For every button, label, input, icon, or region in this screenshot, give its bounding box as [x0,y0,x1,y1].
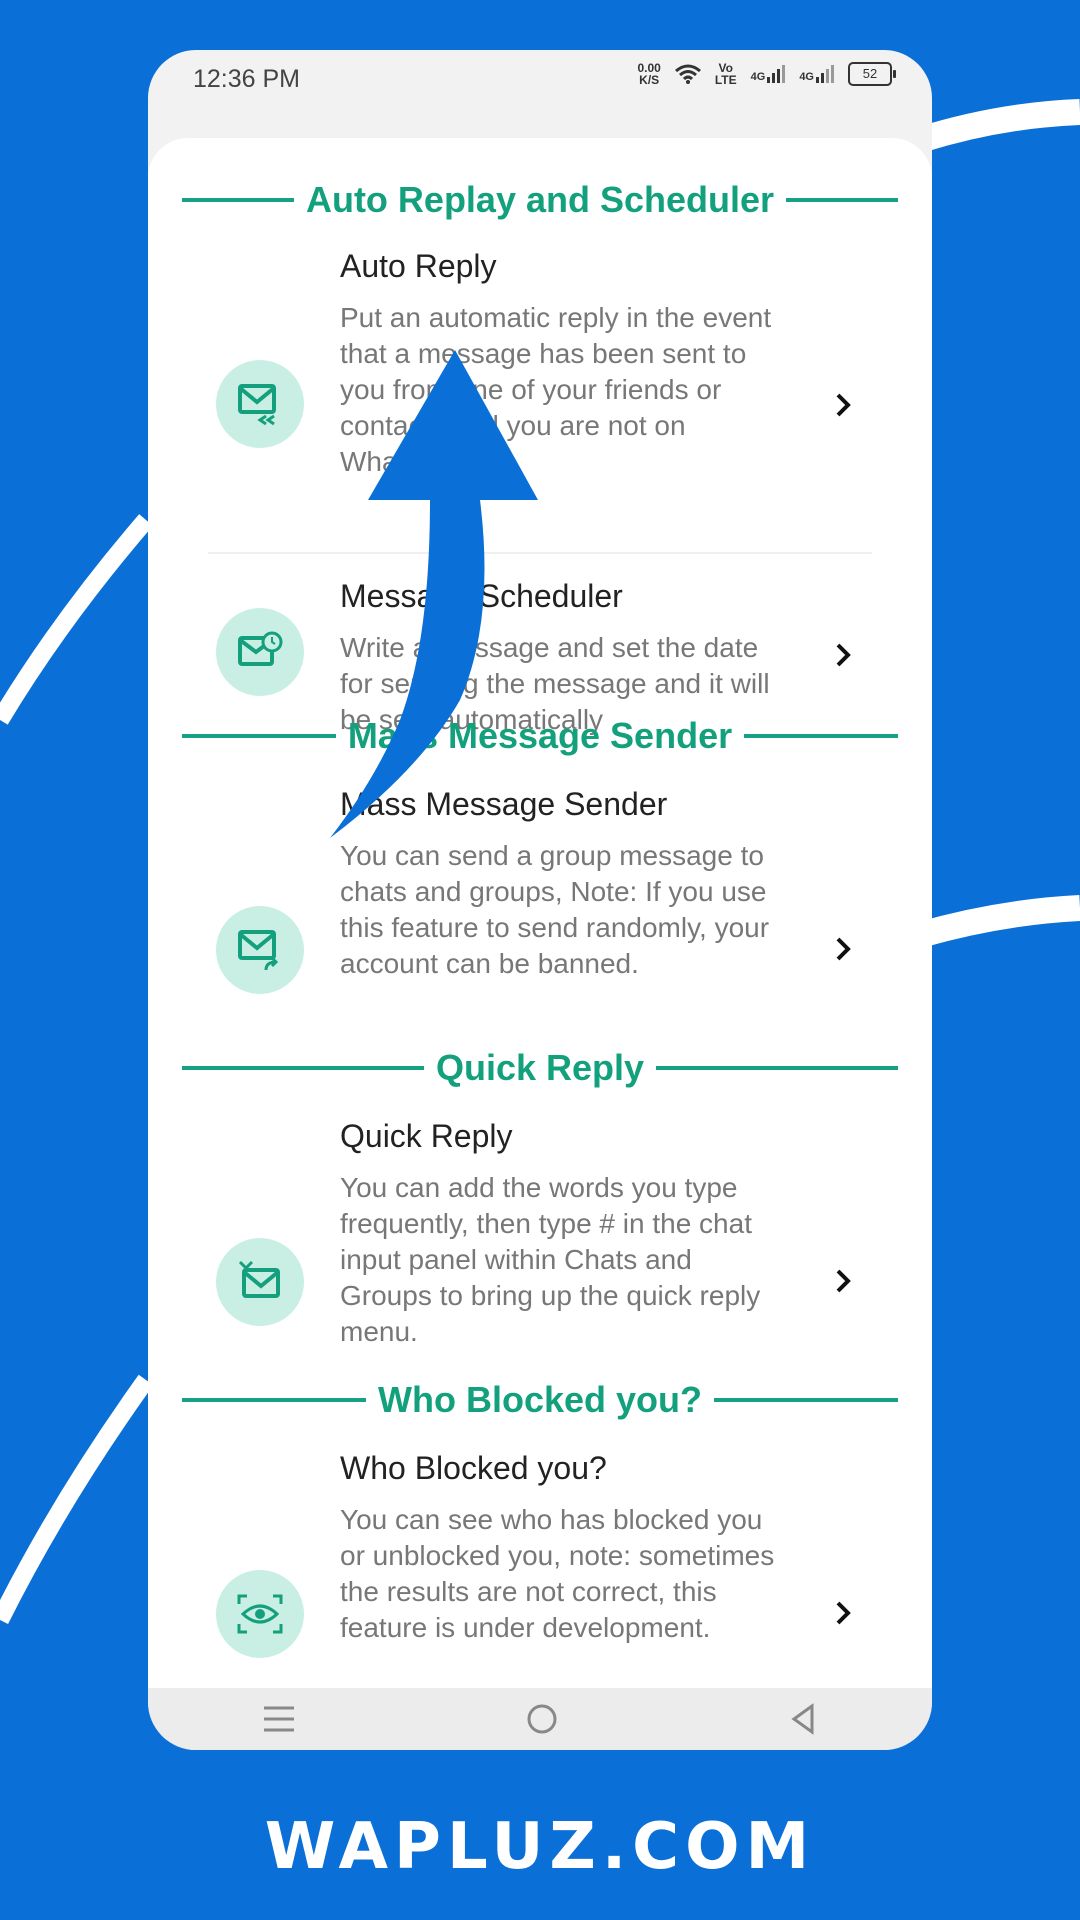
mass-message-sender-item[interactable]: Mass Message Sender You can send a group… [148,786,932,1016]
chevron-right-icon [836,937,851,961]
chevron-right-icon [836,393,851,417]
status-time: 12:36 PM [193,65,301,93]
item-title: Auto Reply [340,248,497,284]
mail-quick-icon [216,1238,304,1326]
status-icons: 0.00 K/S Vo LTE 4G 4G 52 [637,61,896,87]
back-nav-icon[interactable] [788,1702,818,1736]
chevron-right-icon [836,643,851,667]
chevron-right-icon [836,1269,851,1293]
mail-clock-icon [216,608,304,696]
item-title: Message Scheduler [340,578,623,614]
volte-label: Vo LTE [714,61,737,87]
item-description: You can see who has blocked you or unblo… [340,1504,775,1643]
quick-reply-item[interactable]: Quick Reply You can add the words you ty… [148,1118,932,1348]
signal-1: 4G [751,65,786,83]
section-header-mass-message: Mass Message Sender [182,715,898,756]
item-description: Put an automatic reply in the event that… [340,302,772,477]
item-title: Who Blocked you? [340,1450,607,1486]
phone-screen: 12:36 PM 0.00 K/S Vo LTE 4G 4G 52 Auto R… [148,50,932,1750]
auto-reply-item[interactable]: Auto Reply Put an automatic reply in the… [148,248,932,477]
eye-scan-icon [216,1570,304,1658]
signal-bars-icon [816,65,834,83]
item-title: Mass Message Sender [340,786,668,822]
item-title: Quick Reply [340,1118,513,1154]
network-speed: 0.00 K/S [637,61,661,87]
signal-bars-icon [767,65,786,83]
wifi-icon [674,64,701,84]
who-blocked-item[interactable]: Who Blocked you? You can see who has blo… [148,1450,932,1680]
mail-forward-icon [216,906,304,994]
home-nav-icon[interactable] [525,1702,559,1736]
mail-reply-icon [216,360,304,448]
settings-card: Auto Replay and Scheduler Auto Reply Put… [148,138,932,1698]
chevron-right-icon [836,1601,851,1625]
section-header-auto-reply: Auto Replay and Scheduler [182,179,898,220]
menu-nav-icon[interactable] [262,1704,296,1734]
footer-brand: WAPLUZ.COM [264,1810,816,1884]
battery-indicator: 52 [848,62,896,86]
navigation-bar [148,1688,932,1750]
status-bar: 12:36 PM 0.00 K/S Vo LTE 4G 4G 52 [148,50,932,150]
item-description: You can add the words you type frequentl… [340,1172,761,1347]
divider [208,552,872,554]
section-header-who-blocked: Who Blocked you? [182,1379,898,1420]
section-header-quick-reply: Quick Reply [182,1047,899,1088]
item-description: You can send a group message to chats an… [340,840,770,979]
signal-2: 4G [799,65,834,83]
